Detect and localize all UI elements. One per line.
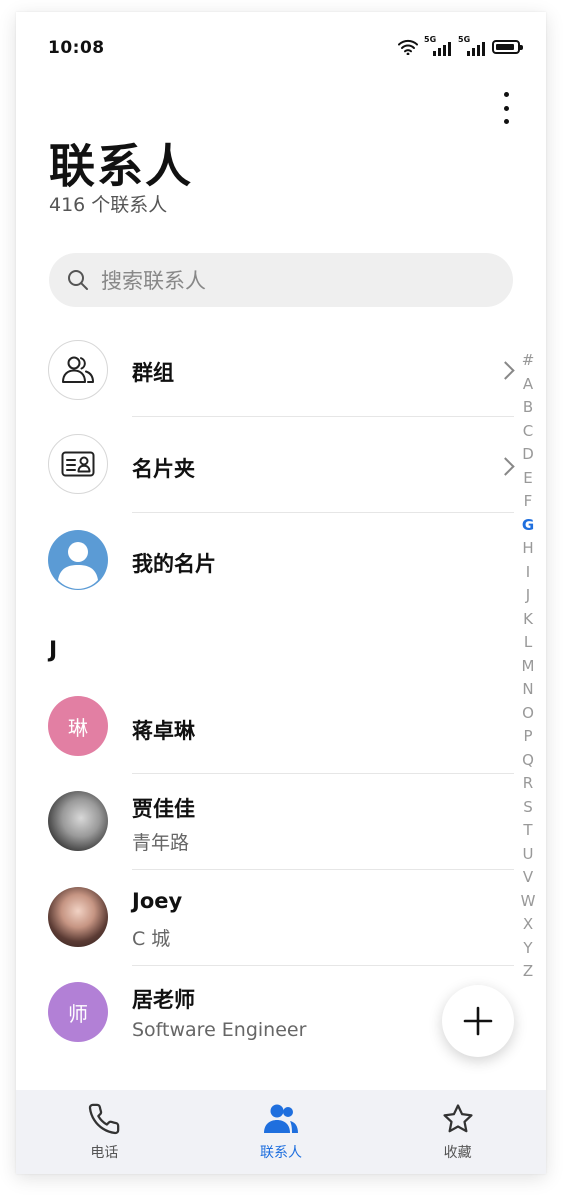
section-header: J <box>49 638 58 663</box>
index-letter[interactable]: C <box>523 420 533 444</box>
divider <box>132 512 514 513</box>
index-letter[interactable]: V <box>523 866 533 890</box>
chevron-right-icon <box>496 361 515 380</box>
alphabet-index[interactable]: # A B C D E F G H I J K L M N O P Q R S T U V W X Y Z <box>518 349 538 984</box>
my-card-entry[interactable]: 我的名片 <box>16 528 546 592</box>
index-letter[interactable]: S <box>523 796 533 820</box>
add-contact-button[interactable] <box>442 985 514 1057</box>
contacts-icon <box>264 1104 298 1133</box>
contact-subtitle: 青年路 <box>132 832 190 854</box>
contact-item[interactable]: 贾佳佳 青年路 <box>16 791 546 855</box>
index-letter[interactable]: J <box>526 584 530 608</box>
contact-item[interactable]: Joey C 城 <box>16 887 546 951</box>
index-letter[interactable]: U <box>523 843 534 867</box>
index-letter[interactable]: Y <box>523 937 532 961</box>
search-bar[interactable]: 搜索联系人 <box>49 253 513 307</box>
tab-favorites-label: 收藏 <box>443 1145 472 1161</box>
index-letter[interactable]: Z <box>523 960 533 984</box>
status-time: 10:08 <box>48 38 105 58</box>
avatar <box>48 887 108 947</box>
index-letter[interactable]: P <box>523 725 532 749</box>
tab-contacts[interactable]: 联系人 <box>193 1090 370 1174</box>
index-letter[interactable]: M <box>522 655 535 679</box>
contact-name: 居老师 <box>132 988 195 1012</box>
index-letter[interactable]: N <box>522 678 533 702</box>
index-letter[interactable]: F <box>524 490 533 514</box>
more-options-icon[interactable] <box>494 90 518 126</box>
my-card-label: 我的名片 <box>132 552 216 576</box>
index-letter[interactable]: T <box>523 819 532 843</box>
index-letter[interactable]: R <box>523 772 533 796</box>
contact-name: 蒋卓琳 <box>132 719 195 743</box>
contact-count: 416 个联系人 <box>49 194 168 216</box>
cellular-signal-icon: 5G <box>458 35 486 56</box>
index-letter[interactable]: I <box>526 561 530 585</box>
search-placeholder: 搜索联系人 <box>101 269 206 293</box>
index-letter[interactable]: # <box>522 349 535 373</box>
index-letter[interactable]: A <box>523 373 533 397</box>
index-letter[interactable]: B <box>523 396 533 420</box>
avatar <box>48 791 108 851</box>
divider <box>132 773 514 774</box>
cellular-signal-icon: 5G <box>424 35 452 56</box>
business-card-icon <box>48 434 108 494</box>
page-title: 联系人 <box>49 139 193 193</box>
index-letter[interactable]: E <box>523 467 532 491</box>
status-icons: 5G 5G <box>398 35 523 56</box>
contact-item[interactable]: 琳 蒋卓琳 <box>16 696 546 760</box>
business-cards-entry[interactable]: 名片夹 <box>16 434 546 498</box>
index-letter[interactable]: Q <box>522 749 534 773</box>
divider <box>132 965 514 966</box>
avatar: 琳 <box>48 696 108 756</box>
groups-label: 群组 <box>132 361 174 385</box>
star-icon <box>443 1104 473 1133</box>
battery-icon <box>492 40 523 54</box>
avatar: 师 <box>48 982 108 1042</box>
groups-entry[interactable]: 群组 <box>16 338 546 402</box>
index-letter[interactable]: L <box>524 631 532 655</box>
index-letter[interactable]: H <box>522 537 533 561</box>
tab-phone[interactable]: 电话 <box>16 1090 193 1174</box>
person-icon <box>48 530 108 590</box>
divider <box>132 416 514 417</box>
search-icon <box>68 270 88 290</box>
contact-name: Joey <box>132 889 183 913</box>
tab-favorites[interactable]: 收藏 <box>369 1090 546 1174</box>
divider <box>132 869 514 870</box>
contact-subtitle: C 城 <box>132 928 171 950</box>
tab-contacts-label: 联系人 <box>260 1145 302 1161</box>
index-letter[interactable]: O <box>522 702 534 726</box>
index-letter[interactable]: K <box>523 608 533 632</box>
index-letter[interactable]: W <box>521 890 536 914</box>
contact-subtitle: Software Engineer <box>132 1019 307 1041</box>
index-letter[interactable]: X <box>523 913 533 937</box>
tab-phone-label: 电话 <box>90 1145 119 1161</box>
index-letter[interactable]: G <box>522 514 534 538</box>
index-letter[interactable]: D <box>522 443 534 467</box>
phone-screen: 10:08 5G 5G 联系人 416 个联系人 搜索联系人 群组 名片夹 我的… <box>16 12 546 1174</box>
phone-icon <box>89 1103 120 1135</box>
wifi-icon <box>398 39 418 55</box>
plus-icon <box>463 1006 493 1036</box>
contact-name: 贾佳佳 <box>132 797 195 821</box>
business-cards-label: 名片夹 <box>132 457 195 481</box>
group-icon <box>48 340 108 400</box>
chevron-right-icon <box>496 457 515 476</box>
bottom-navigation: 电话 联系人 收藏 <box>16 1090 546 1174</box>
